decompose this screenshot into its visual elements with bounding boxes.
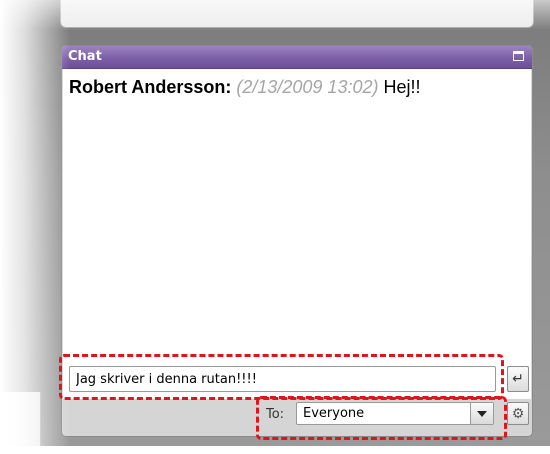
message-input[interactable] bbox=[69, 366, 496, 392]
message-text: Hej!! bbox=[383, 77, 421, 97]
message-list: Robert Andersson: (2/13/2009 13:02) Hej!… bbox=[63, 69, 531, 399]
recipient-value: Everyone bbox=[303, 406, 365, 421]
to-label: To: bbox=[266, 407, 285, 422]
enter-icon: ↵ bbox=[512, 371, 524, 387]
edge-fade bbox=[0, 0, 70, 446]
send-button[interactable]: ↵ bbox=[507, 366, 529, 392]
top-panel bbox=[60, 0, 534, 28]
bottom-strip bbox=[0, 446, 550, 454]
recipient-select[interactable]: Everyone bbox=[296, 402, 494, 425]
message-sender: Robert Andersson: bbox=[69, 77, 232, 97]
app-window: Chat Robert Andersson: (2/13/2009 13:02)… bbox=[0, 0, 550, 446]
chat-message: Robert Andersson: (2/13/2009 13:02) Hej!… bbox=[69, 77, 421, 98]
chat-titlebar: Chat bbox=[62, 46, 532, 69]
dropdown-button[interactable] bbox=[470, 403, 493, 424]
maximize-icon[interactable] bbox=[513, 51, 524, 61]
gear-icon: ⚙ bbox=[511, 405, 525, 422]
message-timestamp: (2/13/2009 13:02) bbox=[236, 77, 379, 97]
left-panel bbox=[0, 392, 41, 446]
chat-title: Chat bbox=[68, 49, 102, 64]
chat-panel: Chat Robert Andersson: (2/13/2009 13:02)… bbox=[61, 45, 533, 437]
settings-button[interactable]: ⚙ bbox=[507, 402, 529, 425]
chevron-down-icon bbox=[477, 410, 487, 417]
